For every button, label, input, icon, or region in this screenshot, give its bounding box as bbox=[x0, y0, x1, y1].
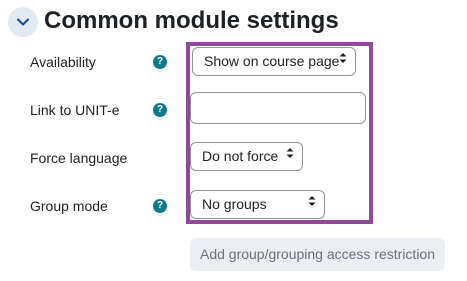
select-arrows-icon bbox=[308, 191, 316, 218]
question-icon[interactable]: ? bbox=[153, 199, 167, 213]
availability-select[interactable]: Show on course page bbox=[192, 47, 356, 76]
section-title: Common module settings bbox=[44, 7, 339, 34]
chevron-down-icon bbox=[17, 13, 29, 31]
select-arrows-icon bbox=[339, 48, 347, 75]
group-mode-select-value: No groups bbox=[202, 196, 267, 212]
force-language-select[interactable]: Do not force bbox=[190, 142, 303, 171]
question-icon[interactable]: ? bbox=[153, 103, 167, 117]
force-language-select-value: Do not force bbox=[202, 148, 279, 164]
group-mode-label: Group mode bbox=[30, 198, 108, 214]
select-arrows-icon bbox=[286, 143, 294, 170]
availability-label: Availability bbox=[30, 54, 96, 70]
add-group-restriction-button[interactable]: Add group/grouping access restriction bbox=[190, 238, 445, 271]
group-mode-select[interactable]: No groups bbox=[190, 190, 325, 219]
question-icon[interactable]: ? bbox=[153, 55, 167, 69]
section-collapse-toggle[interactable] bbox=[8, 7, 38, 37]
link-unite-label: Link to UNIT-e bbox=[30, 102, 120, 118]
availability-select-value: Show on course page bbox=[204, 53, 340, 69]
force-language-label: Force language bbox=[30, 150, 128, 166]
link-unite-input[interactable] bbox=[190, 92, 366, 124]
